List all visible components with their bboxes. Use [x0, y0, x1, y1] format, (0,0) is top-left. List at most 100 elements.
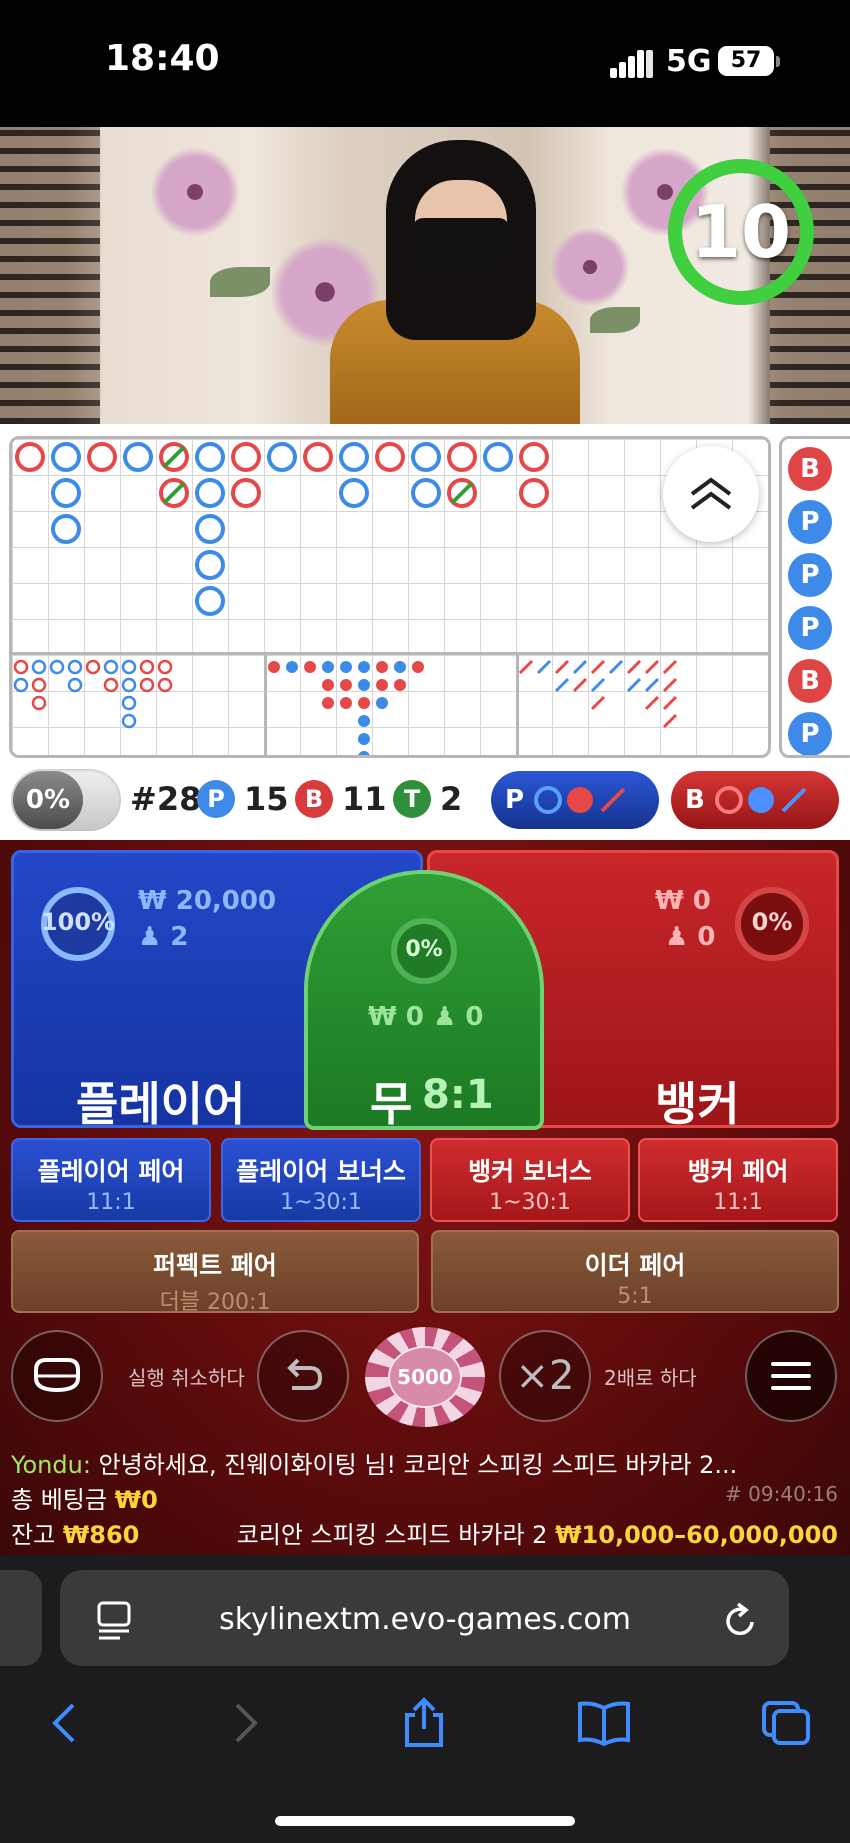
- banker-bonus-bet[interactable]: 뱅커 보너스 1~30:1: [430, 1138, 630, 1222]
- banker-pair-bet[interactable]: 뱅커 페어 11:1: [638, 1138, 838, 1222]
- perfect-pair-bet[interactable]: 퍼펙트 페어 더블 200:1: [11, 1230, 419, 1315]
- road-mark: [231, 442, 261, 472]
- predict-marks-icon: [534, 786, 626, 814]
- road-mark: [67, 659, 83, 675]
- either-pair-odds: 5:1: [617, 1284, 653, 1309]
- road-mark: [572, 659, 588, 675]
- road-mark: [662, 677, 678, 693]
- double-button[interactable]: ×2: [499, 1330, 591, 1422]
- status-time: 18:40: [105, 38, 220, 79]
- scoreboard[interactable]: [9, 436, 771, 758]
- tie-amount: ₩ 0: [368, 1002, 424, 1032]
- battery-icon: 57: [718, 46, 774, 76]
- player-bonus-bet[interactable]: 플레이어 보너스 1~30:1: [221, 1138, 421, 1222]
- share-button[interactable]: [394, 1697, 454, 1748]
- banker-predict-button[interactable]: B: [671, 771, 839, 829]
- book-icon: [578, 1701, 630, 1746]
- total-bet-value: ₩0: [114, 1486, 158, 1514]
- undo-button[interactable]: [257, 1330, 349, 1422]
- dealer-mask: [413, 218, 509, 276]
- road-mark: [322, 697, 334, 709]
- reload-icon[interactable]: [722, 1600, 760, 1640]
- bead-road: [13, 442, 678, 755]
- banker-bet-label: 뱅커: [655, 1077, 740, 1131]
- road-mark: [376, 679, 388, 691]
- road-mark: [268, 661, 280, 673]
- road-mark: [31, 695, 47, 711]
- road-mark: [447, 442, 477, 472]
- road-mark: [340, 679, 352, 691]
- road-mark: [195, 586, 225, 616]
- banker-bonus-odds: 1~30:1: [489, 1190, 571, 1215]
- road-mark: [51, 442, 81, 472]
- banker-amount: ₩ 0: [655, 886, 711, 916]
- road-mark: [626, 677, 642, 693]
- road-mark: [572, 677, 588, 693]
- player-pair-label: 플레이어 페어: [37, 1157, 185, 1186]
- road-mark: [49, 659, 65, 675]
- leaf-decor: [210, 267, 270, 297]
- road-mark: [31, 677, 47, 693]
- chat-message[interactable]: Yondu: 안녕하세요, 진웨이화이팅 님! 코리안 스피킹 스피드 바카라 …: [11, 1445, 737, 1480]
- either-pair-label: 이더 페어: [584, 1251, 686, 1280]
- banker-players: ♟ 0: [665, 922, 715, 952]
- player-predict-button[interactable]: P: [491, 771, 659, 829]
- player-amount: ₩ 20,000: [138, 886, 277, 916]
- percent-toggle[interactable]: 0%: [11, 769, 121, 831]
- bookmarks-button[interactable]: [574, 1698, 634, 1748]
- road-mark: [536, 659, 552, 675]
- road-mark: [85, 659, 101, 675]
- banker-bonus-label: 뱅커 보너스: [468, 1157, 592, 1186]
- road-mark: [340, 697, 352, 709]
- road-mark: [162, 445, 186, 469]
- road-mark: [340, 661, 352, 673]
- road-mark: [662, 713, 678, 729]
- limits-value: ₩10,000–60,000,000: [555, 1521, 838, 1549]
- road-mark: [121, 695, 137, 711]
- road-mark: [626, 659, 642, 675]
- road-mark: [157, 659, 173, 675]
- road-mark: [103, 677, 119, 693]
- road-mark: [394, 661, 406, 673]
- road-mark: [123, 442, 153, 472]
- flower-decor: [150, 147, 240, 237]
- road-mark: [412, 661, 424, 673]
- expand-roads-button[interactable]: [663, 446, 759, 542]
- table-limits: 코리안 스피킹 스피드 바카라 2 ₩10,000–60,000,000: [237, 1515, 838, 1550]
- chat-user: Yondu:: [11, 1451, 91, 1479]
- tie-bet-label: 무: [370, 1077, 413, 1131]
- side-road-item: B: [788, 447, 832, 491]
- total-bet-label: 총 베팅금: [11, 1486, 107, 1514]
- road-mark: [358, 661, 370, 673]
- road-mark: [450, 481, 474, 505]
- player-players-count: 2: [170, 922, 189, 952]
- tabs-icon: [762, 1701, 810, 1745]
- player-bonus-label: 플레이어 보너스: [236, 1157, 406, 1186]
- table-view-button[interactable]: [11, 1330, 103, 1422]
- road-mark: [358, 733, 370, 745]
- home-indicator[interactable]: [275, 1816, 575, 1826]
- tie-odds: 8:1: [422, 1072, 494, 1118]
- tabs-button[interactable]: [756, 1698, 816, 1748]
- road-mark: [518, 659, 534, 675]
- predict-marks-icon: [714, 786, 807, 814]
- side-road-item: P: [788, 500, 832, 544]
- battery-tip: [776, 56, 780, 67]
- chip-value: 5000: [388, 1346, 462, 1408]
- road-mark: [339, 442, 369, 472]
- chat-text: 안녕하세요, 진웨이화이팅 님! 코리안 스피킹 스피드 바카라 2...: [98, 1451, 738, 1479]
- double-label: 2배로 하다: [604, 1366, 697, 1390]
- back-button[interactable]: [34, 1698, 94, 1748]
- road-mark: [376, 661, 388, 673]
- chip-selector[interactable]: 5000: [365, 1327, 485, 1427]
- player-pair-bet[interactable]: 플레이어 페어 11:1: [11, 1138, 211, 1222]
- table-name: 코리안 스피킹 스피드 바카라 2: [236, 1521, 548, 1549]
- forward-button[interactable]: [216, 1698, 276, 1748]
- menu-button[interactable]: [745, 1330, 837, 1422]
- banker-pair-odds: 11:1: [713, 1190, 763, 1215]
- player-count: 15: [244, 780, 289, 818]
- road-mark: [483, 442, 513, 472]
- either-pair-bet[interactable]: 이더 페어 5:1: [431, 1230, 839, 1313]
- road-mark: [51, 514, 81, 544]
- menu-icon: [771, 1362, 811, 1390]
